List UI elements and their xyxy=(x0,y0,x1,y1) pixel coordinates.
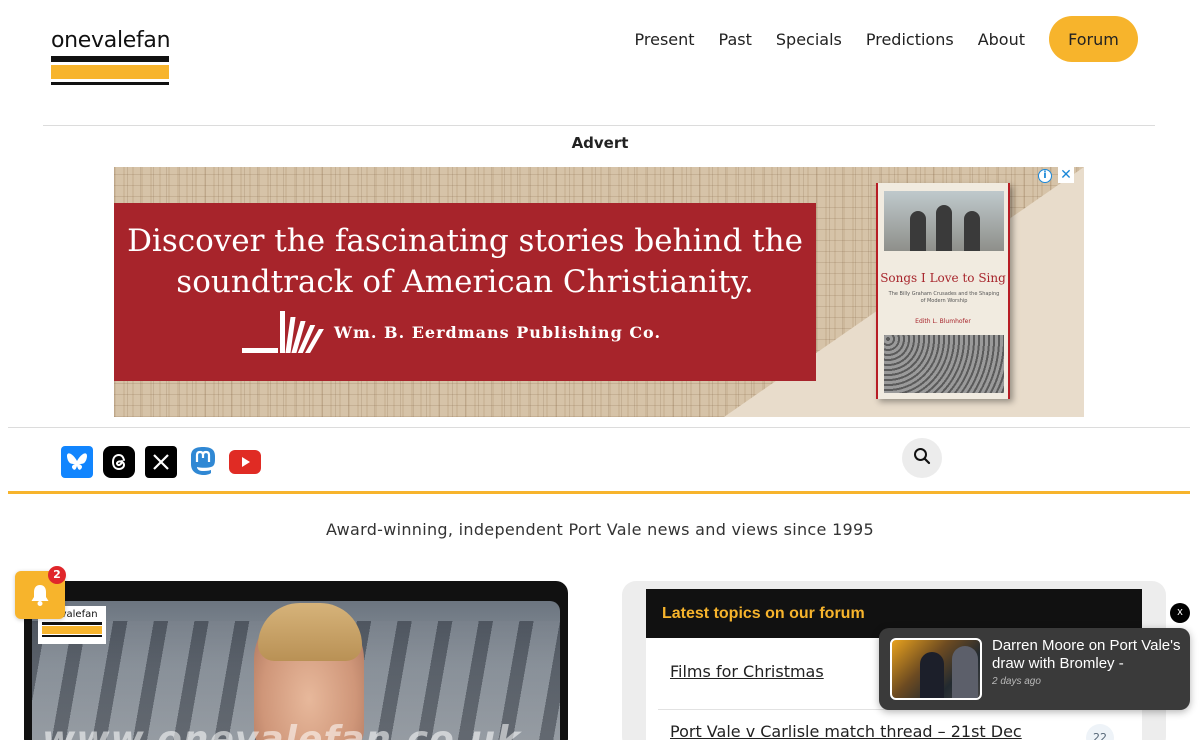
image-watermark: www.onevalefan.co.uk xyxy=(42,719,522,740)
bell-icon xyxy=(31,585,49,606)
site-logo[interactable]: onevalefan xyxy=(51,30,171,85)
youtube-icon[interactable] xyxy=(229,446,261,478)
info-icon[interactable]: i xyxy=(1038,169,1052,183)
close-icon[interactable]: ✕ xyxy=(1058,167,1074,183)
yellow-divider xyxy=(8,491,1190,494)
search-icon xyxy=(913,447,931,469)
advert-publisher: Wm. B. Eerdmans Publishing Co. xyxy=(242,311,661,353)
nav-about[interactable]: About xyxy=(978,30,1025,49)
publisher-name: Wm. B. Eerdmans Publishing Co. xyxy=(334,322,662,342)
toast-thumbnail xyxy=(890,638,982,700)
advert-headline: Discover the fascinating stories behind … xyxy=(114,221,816,303)
book-subtitle: The Billy Graham Crusades and the Shapin… xyxy=(888,291,1000,304)
featured-article-image[interactable]: www.onevalefan.co.uk xyxy=(32,601,560,740)
logo-stripes xyxy=(51,56,169,85)
book-cover-crowd xyxy=(884,335,1004,393)
mastodon-icon[interactable] xyxy=(187,446,219,478)
logo-text: onevalefan xyxy=(51,28,171,53)
site-tagline: Award-winning, independent Port Vale new… xyxy=(326,520,874,539)
toast-timestamp: 2 days ago xyxy=(992,676,1041,687)
notification-count-badge: 2 xyxy=(48,566,66,584)
book-author: Edith L. Blumhofer xyxy=(915,318,971,325)
toast-title: Darren Moore on Port Vale's draw with Br… xyxy=(992,637,1181,672)
forum-button[interactable]: Forum xyxy=(1049,16,1138,62)
publisher-logo-icon xyxy=(242,311,328,353)
nav-present[interactable]: Present xyxy=(635,30,695,49)
social-links xyxy=(61,446,271,478)
toast-close-button[interactable]: x xyxy=(1170,603,1190,623)
advert-divider xyxy=(8,427,1190,428)
featured-article-card[interactable]: www.onevalefan.co.uk xyxy=(24,581,568,740)
advert-label: Advert xyxy=(571,134,629,152)
book-cover: Songs I Love to Sing The Billy Graham Cr… xyxy=(876,183,1010,399)
advert-banner[interactable]: Discover the fascinating stories behind … xyxy=(114,167,1084,417)
news-toast[interactable]: Darren Moore on Port Vale's draw with Br… xyxy=(879,628,1190,710)
main-nav: Present Past Specials Predictions About … xyxy=(611,16,1138,62)
bluesky-icon[interactable] xyxy=(61,446,93,478)
nav-past[interactable]: Past xyxy=(719,30,752,49)
x-icon[interactable] xyxy=(145,446,177,478)
advert-headline-line2: soundtrack of American Christianity. xyxy=(176,264,754,300)
nav-predictions[interactable]: Predictions xyxy=(866,30,954,49)
book-title: Songs I Love to Sing xyxy=(880,271,1006,285)
header-divider xyxy=(43,125,1155,126)
nav-specials[interactable]: Specials xyxy=(776,30,842,49)
threads-icon[interactable] xyxy=(103,446,135,478)
forum-topic-link[interactable]: Films for Christmas xyxy=(670,662,824,681)
advert-headline-line1: Discover the fascinating stories behind … xyxy=(127,223,803,259)
forum-topic-link[interactable]: Port Vale v Carlisle match thread – 21st… xyxy=(670,722,1022,740)
topic-reply-count: 22 xyxy=(1086,724,1114,740)
search-button[interactable] xyxy=(902,438,942,478)
forum-widget-title: Latest topics on our forum xyxy=(662,604,865,622)
book-cover-photo xyxy=(884,191,1004,251)
